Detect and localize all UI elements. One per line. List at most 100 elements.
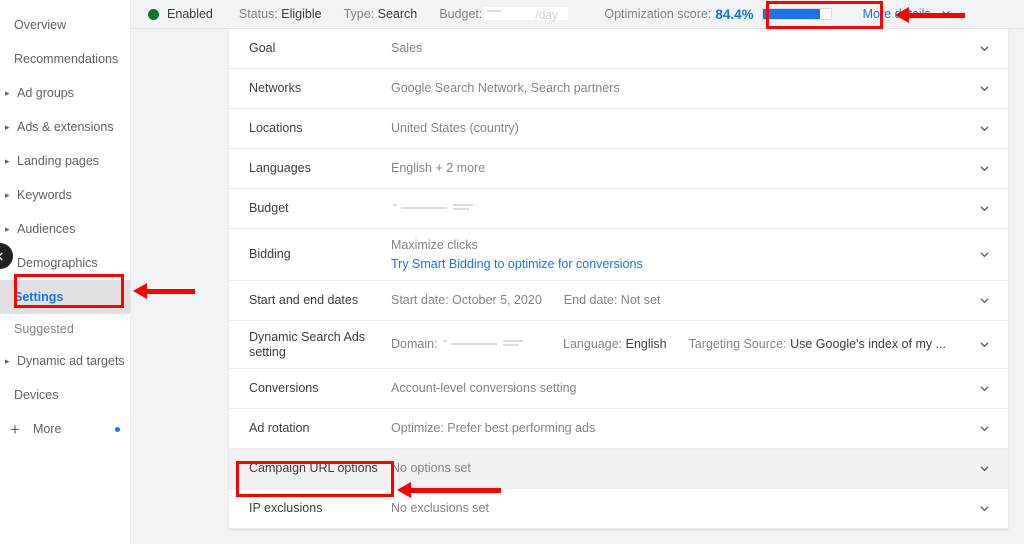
optimization-score-value: 84.4%: [715, 6, 754, 22]
caret-right-icon: ▸: [5, 87, 10, 98]
status-field: Status: Eligible: [239, 7, 322, 21]
expand-row-chevron-down-icon[interactable]: [960, 337, 1008, 352]
expand-row-chevron-down-icon[interactable]: [960, 247, 1008, 262]
dsa-domain-label: Domain:: [391, 337, 438, 351]
settings-row-budget[interactable]: Budget: [229, 189, 1008, 229]
bidding-strategy-text: Maximize clicks: [391, 237, 478, 252]
sidebar-item-ad-groups[interactable]: ▸ Ad groups: [0, 76, 130, 110]
budget-field-value: /day: [535, 8, 558, 22]
ad-rotation-value: Optimize: Prefer best performing ads: [391, 421, 596, 435]
conversions-value: Account-level conversions setting: [391, 381, 577, 395]
start-date-text: Start date: October 5, 2020: [391, 293, 542, 307]
sidebar-item-more-label: More: [32, 422, 62, 436]
budget-value: [391, 200, 960, 217]
type-field: Type: Search: [344, 7, 418, 21]
expand-row-chevron-down-icon[interactable]: [960, 41, 1008, 56]
settings-row-ad-rotation[interactable]: Ad rotation Optimize: Prefer best perform…: [229, 409, 1008, 449]
conversions-label: Conversions: [249, 381, 319, 395]
dsa-targeting-source-field: Targeting Source: Use Google's index of …: [689, 336, 946, 353]
optimization-score: Optimization score: 84.4%: [604, 6, 832, 22]
dsa-domain-field: Domain:: [391, 336, 541, 353]
sidebar-item-recommendations[interactable]: Recommendations: [0, 42, 130, 76]
sidebar-item-settings[interactable]: Settings: [0, 280, 130, 314]
caret-right-icon: ▸: [5, 121, 10, 132]
settings-row-goal[interactable]: Goal Sales: [229, 29, 1008, 69]
expand-row-chevron-down-icon[interactable]: [960, 293, 1008, 308]
sidebar-item-audiences[interactable]: ▸ Audiences: [0, 212, 130, 246]
settings-row-locations[interactable]: Locations United States (country): [229, 109, 1008, 149]
left-navigation-sidebar: Overview Recommendations ▸ Ad groups ▸ Ads & …: [0, 0, 131, 544]
dsa-language-value: English: [625, 337, 667, 351]
goal-value: Sales: [391, 41, 423, 55]
end-date-text: End date: Not set: [563, 293, 661, 307]
sidebar-item-demographics[interactable]: ▸Demographics: [0, 246, 130, 280]
settings-row-networks[interactable]: Networks Google Search Network, Search pa…: [229, 69, 1008, 109]
campaign-url-options-label: Campaign URL options: [249, 461, 378, 475]
sidebar-item-label: Audiences: [17, 222, 76, 236]
type-field-label: Type:: [343, 7, 375, 21]
dsa-targeting-source-label: Targeting Source:: [688, 337, 787, 351]
type-field-value: Search: [377, 7, 418, 21]
try-smart-bidding-link[interactable]: Try Smart Bidding to optimize for conver…: [391, 256, 940, 273]
expand-row-chevron-down-icon[interactable]: [960, 501, 1008, 516]
languages-value: English + 2 more: [391, 161, 486, 175]
settings-row-dynamic-search-ads-setting[interactable]: Dynamic Search Ads setting Domain: Langua…: [229, 321, 1008, 369]
google-ads-settings-page: Enabled Status: Eligible Type: Search Bu…: [0, 0, 1024, 544]
dsa-language-label: Language:: [563, 337, 623, 351]
settings-row-languages[interactable]: Languages English + 2 more: [229, 149, 1008, 189]
languages-label: Languages: [249, 161, 311, 175]
expand-row-chevron-down-icon[interactable]: [960, 381, 1008, 396]
sidebar-item-dynamic-ad-targets[interactable]: ▸ Dynamic ad targets: [0, 344, 130, 378]
networks-value: Google Search Network, Search partners: [391, 81, 620, 95]
goal-label: Goal: [249, 41, 276, 55]
expand-row-chevron-down-icon[interactable]: [960, 201, 1008, 216]
optimization-score-bar-fill: [762, 9, 821, 19]
budget-field: Budget: /day: [439, 7, 569, 22]
bidding-value: Maximize clicks Try Smart Bidding to opti…: [391, 237, 960, 273]
settings-row-ip-exclusions[interactable]: IP exclusions No exclusions set: [229, 489, 1008, 529]
sidebar-item-label: Demographics: [17, 256, 98, 270]
redacted-value: [391, 202, 541, 213]
locations-value: United States (country): [391, 121, 519, 135]
settings-row-bidding[interactable]: Bidding Maximize clicks Try Smart Bidding …: [229, 229, 1008, 281]
ip-exclusions-label: IP exclusions: [249, 501, 323, 515]
sidebar-item-label: Keywords: [17, 188, 72, 202]
sidebar-item-label: Ads & extensions: [17, 120, 114, 134]
caret-right-icon: ▸: [5, 223, 10, 234]
ad-rotation-label: Ad rotation: [249, 421, 310, 435]
sidebar-item-label: Ad groups: [17, 86, 74, 100]
budget-label: Budget: [249, 201, 289, 215]
campaign-url-options-value: No options set: [391, 461, 471, 475]
more-details-button[interactable]: More details: [856, 3, 960, 26]
more-badge-dot: [115, 426, 120, 432]
expand-row-chevron-down-icon[interactable]: [960, 421, 1008, 436]
settings-row-start-and-end-dates[interactable]: Start and end dates Start date: October 5…: [229, 281, 1008, 321]
dsa-targeting-source-value: Use Google's index of my ...: [790, 337, 947, 351]
expand-row-chevron-down-icon[interactable]: [960, 161, 1008, 176]
sidebar-item-label: Landing pages: [17, 154, 100, 168]
ip-exclusions-value: No exclusions set: [391, 501, 489, 515]
nav-section-suggested: Suggested: [14, 322, 74, 336]
sidebar-item-overview[interactable]: Overview: [0, 8, 130, 42]
campaign-status-bar: Enabled Status: Eligible Type: Search Bu…: [131, 0, 1024, 29]
optimization-score-label: Optimization score:: [604, 7, 712, 21]
settings-row-campaign-url-options[interactable]: Campaign URL options No options set: [229, 449, 1008, 489]
sidebar-item-label: Settings: [14, 290, 64, 304]
sidebar-item-ads-extensions[interactable]: ▸ Ads & extensions: [0, 110, 130, 144]
sidebar-item-keywords[interactable]: ▸ Keywords: [0, 178, 130, 212]
chevron-down-icon: [939, 6, 953, 23]
expand-row-chevron-down-icon[interactable]: [960, 81, 1008, 96]
optimization-score-bar: [761, 8, 832, 20]
caret-right-icon: ▸: [5, 355, 10, 366]
caret-right-icon: ▸: [5, 155, 10, 166]
caret-right-icon: ▸: [5, 189, 10, 200]
sidebar-item-more[interactable]: + More: [0, 412, 130, 446]
sidebar-item-landing-pages[interactable]: ▸ Landing pages: [0, 144, 130, 178]
dynamic-search-ads-setting-label: Dynamic Search Ads setting: [249, 329, 366, 359]
settings-row-conversions[interactable]: Conversions Account-level conversions set…: [229, 369, 1008, 409]
sidebar-item-label: Recommendations: [14, 52, 119, 66]
expand-row-chevron-down-icon[interactable]: [960, 121, 1008, 136]
sidebar-item-devices[interactable]: Devices: [0, 378, 130, 412]
campaign-settings-card: Goal Sales Networks Google Search Network, …: [229, 29, 1008, 529]
expand-row-chevron-down-icon[interactable]: [960, 461, 1008, 476]
